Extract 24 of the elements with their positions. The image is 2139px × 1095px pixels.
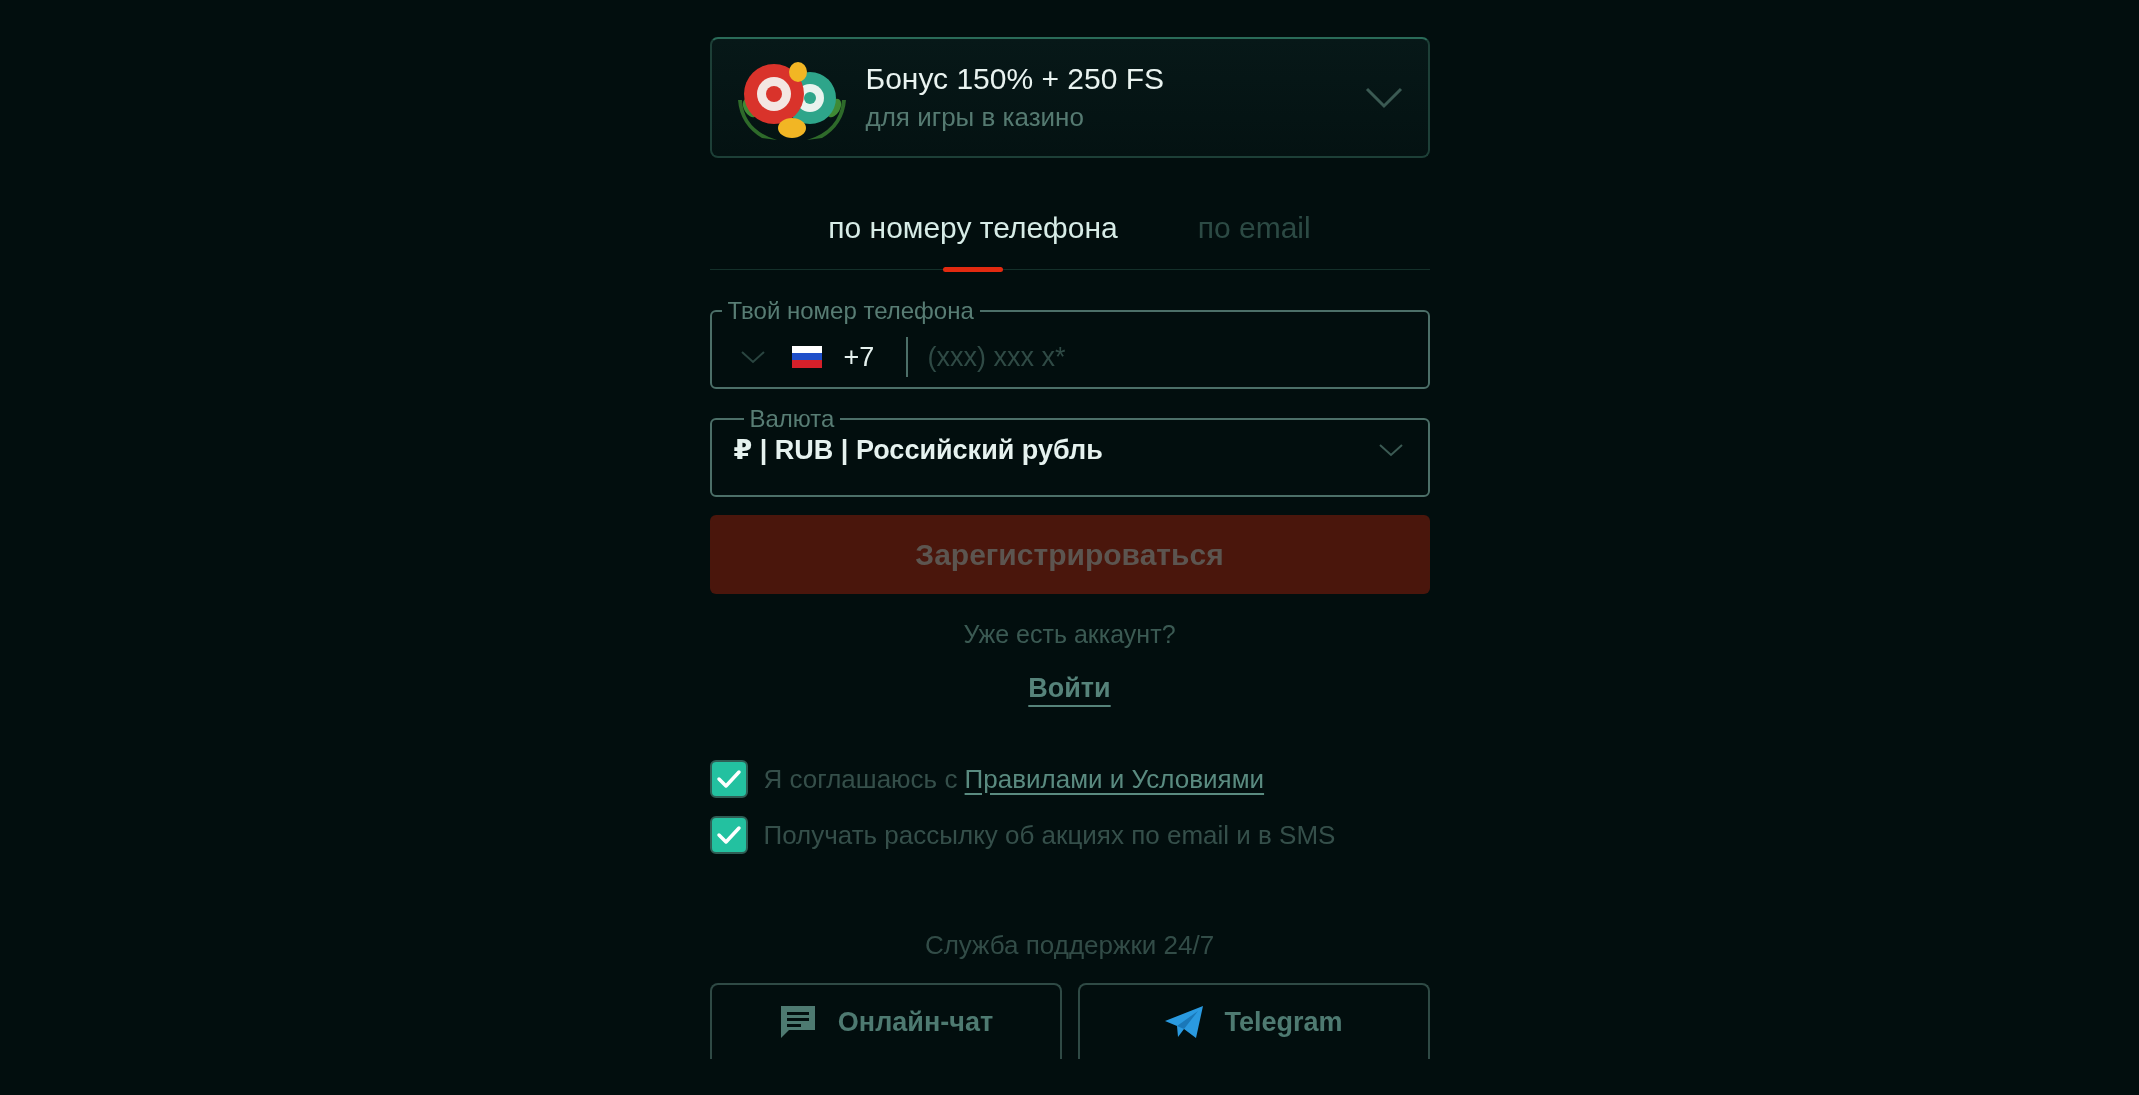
check-icon bbox=[715, 824, 742, 846]
checkbox-label: Я соглашаюсь с Правилами и Условиями bbox=[763, 763, 1265, 795]
tab[interactable]: по номеру телефона bbox=[828, 190, 1118, 269]
bonus-title: Бонус 150% + 250 FS bbox=[865, 62, 1166, 96]
bonus-banner[interactable]: Бонус 150% + 250 FS для игры в казино bbox=[709, 37, 1430, 158]
paper-plane-icon bbox=[1164, 1003, 1205, 1041]
checkbox[interactable] bbox=[709, 816, 748, 854]
flag-icon bbox=[791, 346, 822, 368]
login-link[interactable]: Войти bbox=[1028, 673, 1111, 704]
support-title: Служба поддержки 24/7 bbox=[923, 930, 1216, 961]
checkbox[interactable] bbox=[709, 760, 748, 798]
field-label: Валюта bbox=[748, 404, 836, 434]
login-prompt: Уже есть аккаунт? bbox=[962, 620, 1177, 649]
terms-link[interactable]: Правилами и Условиями bbox=[964, 763, 1265, 794]
checkbox-label: Получать рассылку об акциях по email и в SMS bbox=[763, 819, 1336, 851]
phone-number-input[interactable]: (xxx) xxx x* bbox=[925, 326, 1428, 388]
caret-icon bbox=[1377, 442, 1404, 458]
field-label: Твой номер телефона bbox=[726, 296, 975, 326]
chat-button[interactable]: Онлайн-чат bbox=[709, 983, 1062, 1059]
telegram-button[interactable]: Telegram bbox=[1077, 983, 1430, 1059]
bonus-subtitle: для игры в казино bbox=[865, 102, 1085, 133]
check-icon bbox=[715, 768, 742, 790]
country-code: +7 bbox=[843, 341, 876, 373]
chevron-icon[interactable] bbox=[1363, 85, 1404, 110]
